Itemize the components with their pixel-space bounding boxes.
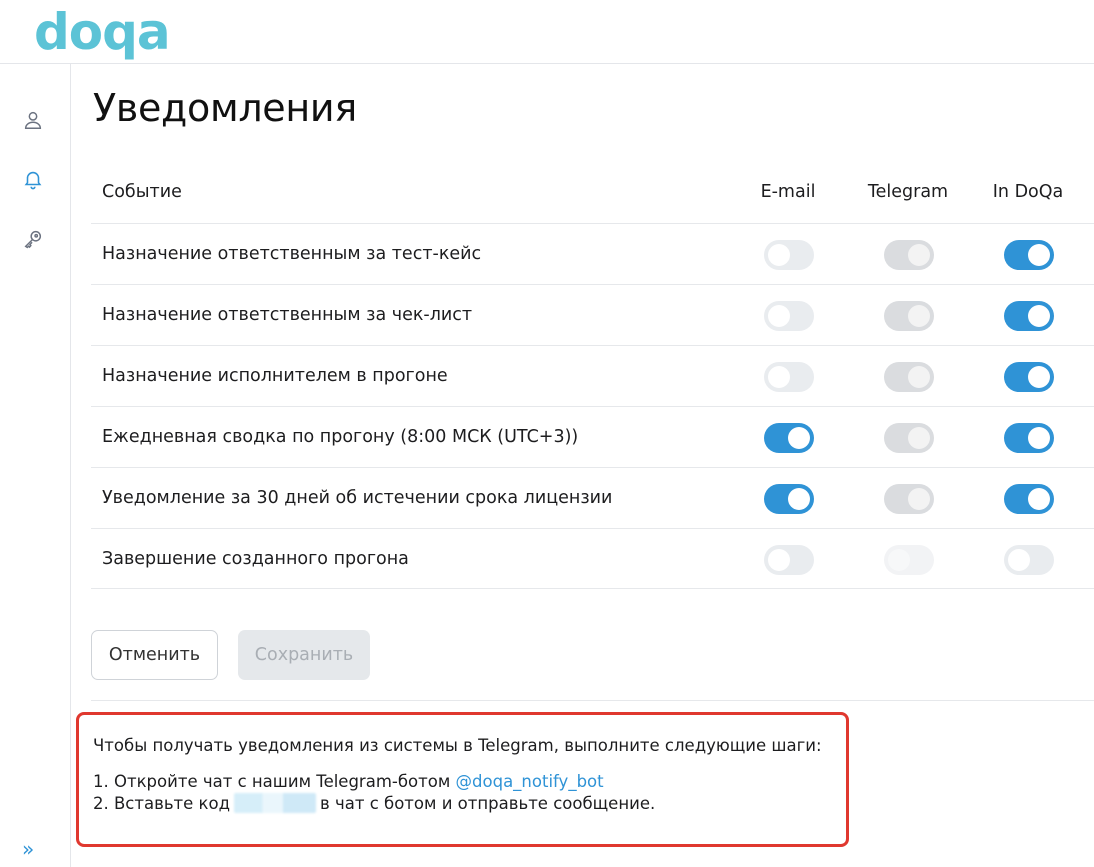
event-label: Ежедневная сводка по прогону (8:00 МСК (… — [102, 427, 579, 447]
toggle-knob — [888, 549, 910, 571]
in-doqa-toggle[interactable] — [1004, 545, 1054, 575]
telegram-toggle[interactable] — [884, 362, 934, 392]
sidebar-item-notifications[interactable] — [20, 166, 46, 192]
table-row: Уведомление за 30 дней об истечении срок… — [91, 467, 1094, 528]
telegram-code — [234, 793, 317, 813]
toggle-knob — [1028, 488, 1050, 510]
table-header: Событие E-mail Telegram In DoQa — [91, 162, 1094, 223]
notifications-table: Событие E-mail Telegram In DoQa Назначен… — [91, 162, 1094, 589]
top-bar: doqa — [0, 0, 1094, 64]
bell-icon — [24, 171, 42, 190]
in-doqa-toggle[interactable] — [1004, 423, 1054, 453]
table-row: Ежедневная сводка по прогону (8:00 МСК (… — [91, 406, 1094, 467]
toggle-knob — [908, 305, 930, 327]
key-icon — [24, 230, 42, 249]
header-email: E-mail — [760, 182, 816, 202]
email-toggle[interactable] — [764, 545, 814, 575]
sidebar: » — [0, 64, 71, 867]
toggle-knob — [1028, 366, 1050, 388]
sidebar-item-profile[interactable] — [20, 107, 46, 133]
telegram-toggle[interactable] — [884, 240, 934, 270]
toggle-knob — [1028, 305, 1050, 327]
sidebar-item-keys[interactable] — [20, 226, 46, 252]
header-telegram: Telegram — [867, 182, 949, 202]
user-icon — [24, 111, 42, 129]
instructions-step-2: 2. Вставьте код в чат с ботом и отправьте… — [93, 793, 846, 815]
toggle-knob — [908, 366, 930, 388]
toggle-knob — [1028, 427, 1050, 449]
step-2-suffix: в чат с ботом и отправьте сообщение. — [320, 794, 656, 813]
divider — [91, 700, 1094, 701]
toggle-knob — [908, 244, 930, 266]
table-row: Назначение ответственным за чек-лист — [91, 284, 1094, 345]
table-row: Назначение ответственным за тест-кейс — [91, 223, 1094, 284]
event-label: Назначение ответственным за чек-лист — [102, 305, 473, 325]
telegram-toggle[interactable] — [884, 423, 934, 453]
instructions-step-1: 1. Откройте чат с нашим Telegram-ботом @… — [93, 771, 846, 793]
telegram-toggle[interactable] — [884, 545, 934, 575]
toggle-knob — [908, 488, 930, 510]
event-label: Назначение исполнителем в прогоне — [102, 366, 448, 386]
email-toggle[interactable] — [764, 240, 814, 270]
cancel-button[interactable]: Отменить — [91, 630, 218, 680]
table-row: Назначение исполнителем в прогоне — [91, 345, 1094, 406]
telegram-toggle[interactable] — [884, 484, 934, 514]
bot-link[interactable]: @doqa_notify_bot — [456, 772, 604, 791]
table-row: Завершение созданного прогона — [91, 528, 1094, 589]
main-content: Уведомления Событие E-mail Telegram In D… — [71, 64, 1094, 867]
email-toggle[interactable] — [764, 362, 814, 392]
event-label: Завершение созданного прогона — [102, 549, 409, 569]
event-label: Уведомление за 30 дней об истечении срок… — [102, 488, 613, 508]
instructions-intro: Чтобы получать уведомления из системы в … — [93, 736, 822, 755]
in-doqa-toggle[interactable] — [1004, 362, 1054, 392]
in-doqa-toggle[interactable] — [1004, 240, 1054, 270]
header-in-doqa: In DoQa — [992, 182, 1064, 202]
email-toggle[interactable] — [764, 301, 814, 331]
toggle-knob — [1008, 549, 1030, 571]
table-body: Назначение ответственным за тест-кейс Наз… — [91, 223, 1094, 589]
toggle-knob — [908, 427, 930, 449]
step-1-text: 1. Откройте чат с нашим Telegram-ботом — [93, 772, 456, 791]
save-button[interactable]: Сохранить — [238, 630, 370, 680]
toggle-knob — [768, 244, 790, 266]
telegram-toggle[interactable] — [884, 301, 934, 331]
telegram-instructions: Чтобы получать уведомления из системы в … — [76, 712, 849, 847]
event-label: Назначение ответственным за тест-кейс — [102, 244, 482, 264]
toggle-knob — [1028, 244, 1050, 266]
doqa-logo[interactable]: doqa — [34, 4, 171, 60]
in-doqa-toggle[interactable] — [1004, 301, 1054, 331]
toggle-knob — [788, 488, 810, 510]
expand-sidebar-button[interactable]: » — [22, 837, 34, 861]
in-doqa-toggle[interactable] — [1004, 484, 1054, 514]
toggle-knob — [788, 427, 810, 449]
page-title: Уведомления — [93, 86, 357, 130]
toggle-knob — [768, 366, 790, 388]
step-2-text: 2. Вставьте код — [93, 794, 231, 813]
toggle-knob — [768, 305, 790, 327]
header-event: Событие — [102, 182, 182, 202]
email-toggle[interactable] — [764, 423, 814, 453]
toggle-knob — [768, 549, 790, 571]
email-toggle[interactable] — [764, 484, 814, 514]
